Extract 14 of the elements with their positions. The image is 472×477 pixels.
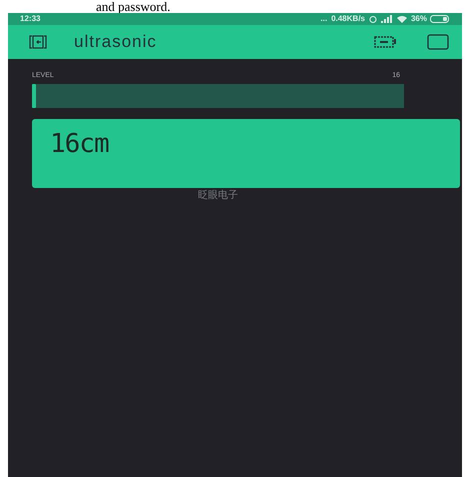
document-text: and password.: [96, 0, 170, 13]
distance-value: 16cm: [50, 129, 109, 159]
wifi-icon: [396, 15, 407, 23]
square-icon[interactable]: [427, 34, 449, 50]
network-speed: 0.48KB/s: [331, 13, 365, 25]
exit-icon[interactable]: [29, 35, 47, 49]
battery-icon: [430, 15, 450, 23]
caption-text: 眨眼电子: [198, 190, 238, 202]
battery-percent: 36%: [410, 13, 427, 25]
status-dots: ...: [320, 13, 328, 25]
app-title: ultrasonic: [74, 31, 157, 54]
status-time: 12:33: [20, 13, 40, 25]
signal-icon: [380, 15, 393, 23]
device-icon[interactable]: [374, 35, 398, 49]
